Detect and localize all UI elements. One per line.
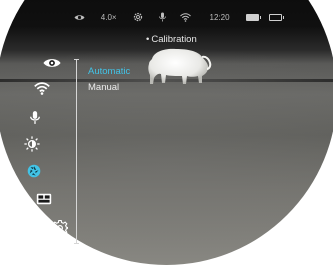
menu-scroll-track-top-cap — [74, 59, 79, 60]
picture-in-picture-icon[interactable] — [35, 192, 53, 206]
picture-in-picture-icon-glyph — [36, 193, 52, 205]
settings-icon[interactable] — [51, 219, 69, 237]
microphone-icon — [156, 6, 168, 28]
calibration-icon-glyph — [27, 164, 41, 178]
status-bar: 4.0× 12:20 — [71, 6, 285, 28]
clock-time: 12:20 — [209, 12, 230, 22]
zoom-level: 4.0× — [100, 12, 117, 22]
menu-title-text: Calibration — [151, 33, 197, 45]
wifi-icon-glyph — [34, 81, 50, 95]
eye-icon[interactable] — [41, 56, 63, 70]
battery-level — [269, 13, 285, 21]
eye-icon-glyph — [43, 59, 61, 67]
gear-icon-glyph — [134, 12, 143, 22]
title-bullet: • — [146, 33, 150, 45]
menu-title: • Calibration — [146, 32, 197, 46]
settings-icon-glyph — [52, 220, 68, 236]
menu-scroll-track — [76, 59, 77, 243]
microphone-icon-glyph — [30, 110, 40, 124]
gear-icon — [130, 6, 146, 28]
battery-icon — [269, 6, 285, 28]
eye-icon-glyph — [74, 14, 84, 20]
wifi-icon[interactable] — [33, 80, 51, 96]
eye-icon — [71, 6, 87, 28]
microphone-icon[interactable] — [28, 108, 42, 126]
device-screen: 4.0× 12:20 • Calibration Automatic Manua… — [0, 0, 333, 267]
wifi-icon — [178, 6, 194, 28]
battery-level — [245, 13, 261, 21]
wifi-icon-glyph — [180, 12, 192, 22]
brightness-icon-glyph — [24, 136, 40, 152]
microphone-icon-glyph — [158, 12, 166, 22]
brightness-icon[interactable] — [23, 135, 41, 153]
calibration-icon[interactable] — [26, 163, 42, 179]
battery-icon — [245, 6, 261, 28]
menu-scroll-track-bottom-cap — [74, 243, 79, 244]
option-automatic[interactable]: Automatic — [88, 65, 130, 78]
thermal-animal-silhouette — [148, 48, 212, 84]
option-manual[interactable]: Manual — [88, 81, 119, 94]
